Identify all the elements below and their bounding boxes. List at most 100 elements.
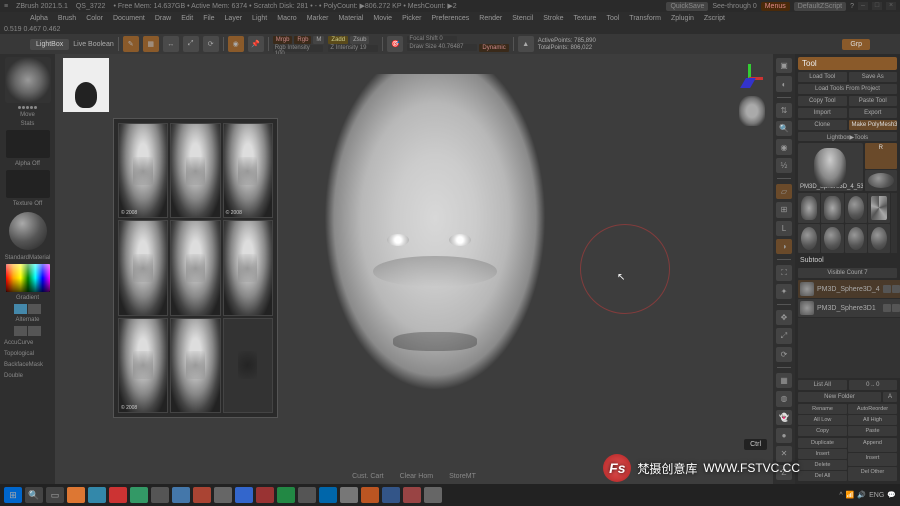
range-field[interactable]: 0 .. 0 <box>849 380 898 390</box>
tool-header[interactable]: Tool <box>798 57 897 70</box>
rotate-nav-button[interactable]: ⟳ <box>776 347 792 362</box>
app-icon[interactable] <box>88 487 106 503</box>
grp-button[interactable]: Grp <box>842 39 870 50</box>
close-button[interactable]: × <box>886 2 896 10</box>
startup-swatch[interactable] <box>14 326 27 336</box>
ref-image-empty[interactable] <box>223 318 273 413</box>
clear-hom-button[interactable]: Clear Hom <box>400 473 433 480</box>
gradient-label[interactable]: Gradient <box>16 295 39 301</box>
layout-dropdown[interactable]: DefaultZScript <box>794 2 846 11</box>
a-button[interactable]: A <box>883 392 897 402</box>
alternate-label[interactable]: Alternate <box>15 317 39 323</box>
r-button[interactable]: R <box>865 143 897 169</box>
tray-notifications-icon[interactable]: 💬 <box>887 491 896 499</box>
app-icon[interactable] <box>319 487 337 503</box>
app-icon[interactable] <box>130 487 148 503</box>
brush-preview[interactable] <box>5 57 51 103</box>
app-icon[interactable] <box>277 487 295 503</box>
double-toggle[interactable]: Double <box>2 372 53 380</box>
mrgb-toggle[interactable]: Mrgb <box>273 36 293 44</box>
backfacemask-toggle[interactable]: BackfaceMask <box>2 361 53 369</box>
actual-icon[interactable]: ◉ <box>776 139 792 154</box>
menu-marker[interactable]: Marker <box>307 15 329 22</box>
rgb-toggle[interactable]: Rgb <box>294 36 311 44</box>
load-from-project-button[interactable]: Load Tools From Project <box>798 84 897 94</box>
subtool-header[interactable]: Subtool <box>798 255 897 266</box>
maximize-button[interactable]: □ <box>872 2 882 10</box>
menu-tool[interactable]: Tool <box>606 15 619 22</box>
polyf-button[interactable]: ▦ <box>776 373 792 388</box>
app-icon[interactable] <box>172 487 190 503</box>
app-icon[interactable] <box>109 487 127 503</box>
move-nav-button[interactable]: ✥ <box>776 310 792 325</box>
tool-scroll[interactable] <box>891 193 897 253</box>
menu-file[interactable]: File <box>203 15 214 22</box>
gizmo-button[interactable]: ◉ <box>228 36 244 52</box>
minimize-button[interactable]: – <box>858 2 868 10</box>
app-icon[interactable] <box>256 487 274 503</box>
ghost-button[interactable]: 👻 <box>776 410 792 425</box>
tool-thumb[interactable] <box>845 224 867 254</box>
spotlight-reference-panel[interactable] <box>113 118 278 418</box>
focal-icon[interactable]: 🎯 <box>387 36 403 52</box>
paste-button[interactable]: Paste <box>848 426 897 436</box>
draw-size-slider[interactable]: Draw Size 40.76487 <box>407 44 477 51</box>
app-icon[interactable] <box>214 487 232 503</box>
tool-thumb[interactable] <box>821 224 843 254</box>
eye-icon[interactable] <box>883 285 891 293</box>
tool-thumb[interactable] <box>798 224 820 254</box>
start-button[interactable]: ⊞ <box>4 487 22 503</box>
new-folder-button[interactable]: New Folder <box>798 392 881 402</box>
transp-button[interactable]: ◍ <box>776 391 792 406</box>
z-intensity-slider[interactable]: Z Intensity 19 <box>328 45 378 52</box>
rename-button[interactable]: Rename <box>798 404 847 414</box>
paste-tool-button[interactable]: Paste Tool <box>849 96 898 106</box>
make-polymesh-button[interactable]: Make PolyMesh3D <box>849 120 898 130</box>
menu-transform[interactable]: Transform <box>629 15 661 22</box>
app-icon[interactable] <box>340 487 358 503</box>
zsub-toggle[interactable]: Zsub <box>350 36 369 44</box>
save-as-button[interactable]: Save As <box>849 72 898 82</box>
tray-wifi-icon[interactable]: 📶 <box>846 491 855 499</box>
menu-movie[interactable]: Movie <box>373 15 392 22</box>
taskview-icon[interactable]: ▭ <box>46 487 64 503</box>
ref-image[interactable] <box>223 123 273 218</box>
bpr-button[interactable]: ▣ <box>776 58 792 73</box>
texture-slot[interactable] <box>6 170 50 198</box>
menu-stencil[interactable]: Stencil <box>512 15 533 22</box>
rotate-mode-button[interactable]: ⟳ <box>203 36 219 52</box>
menu-draw[interactable]: Draw <box>155 15 171 22</box>
menu-light[interactable]: Light <box>252 15 267 22</box>
subtool-item[interactable]: PM3D_Sphere3D1 <box>798 299 900 317</box>
export-button[interactable]: Export <box>849 108 898 118</box>
color-picker[interactable] <box>6 264 50 292</box>
app-icon[interactable] <box>403 487 421 503</box>
menu-zscript[interactable]: Zscript <box>704 15 725 22</box>
ref-image[interactable] <box>118 123 168 218</box>
material-slot[interactable] <box>9 212 47 250</box>
tool-thumb[interactable] <box>868 193 890 223</box>
menu-macro[interactable]: Macro <box>277 15 296 22</box>
menu-layer[interactable]: Layer <box>225 15 243 22</box>
subtool-item[interactable]: PM3D_Sphere3D_4 <box>798 280 900 298</box>
move-mode-button[interactable]: ↔ <box>163 36 179 52</box>
menu-color[interactable]: Color <box>86 15 103 22</box>
ref-image[interactable] <box>170 220 220 315</box>
hamburger-icon[interactable]: ≡ <box>4 3 8 10</box>
app-icon[interactable] <box>382 487 400 503</box>
camera-preview-head[interactable] <box>739 96 765 126</box>
tool-thumb[interactable] <box>868 224 890 254</box>
menu-render[interactable]: Render <box>479 15 502 22</box>
swatch-main[interactable] <box>14 304 27 314</box>
scale-mode-button[interactable]: ⤢ <box>183 36 199 52</box>
all-low-button[interactable]: All Low <box>798 415 847 425</box>
rgb-intensity-slider[interactable]: Rgb Intensity 100 <box>273 45 323 52</box>
document-thumbnail[interactable] <box>63 58 109 112</box>
app-icon[interactable] <box>298 487 316 503</box>
draw-mode-button[interactable]: ▦ <box>143 36 159 52</box>
menu-edit[interactable]: Edit <box>181 15 193 22</box>
frame-button[interactable]: ⛶ <box>776 265 792 280</box>
menu-brush[interactable]: Brush <box>58 15 76 22</box>
search-icon[interactable]: 🔍 <box>25 487 43 503</box>
persp-button[interactable]: ▱ <box>776 184 792 199</box>
